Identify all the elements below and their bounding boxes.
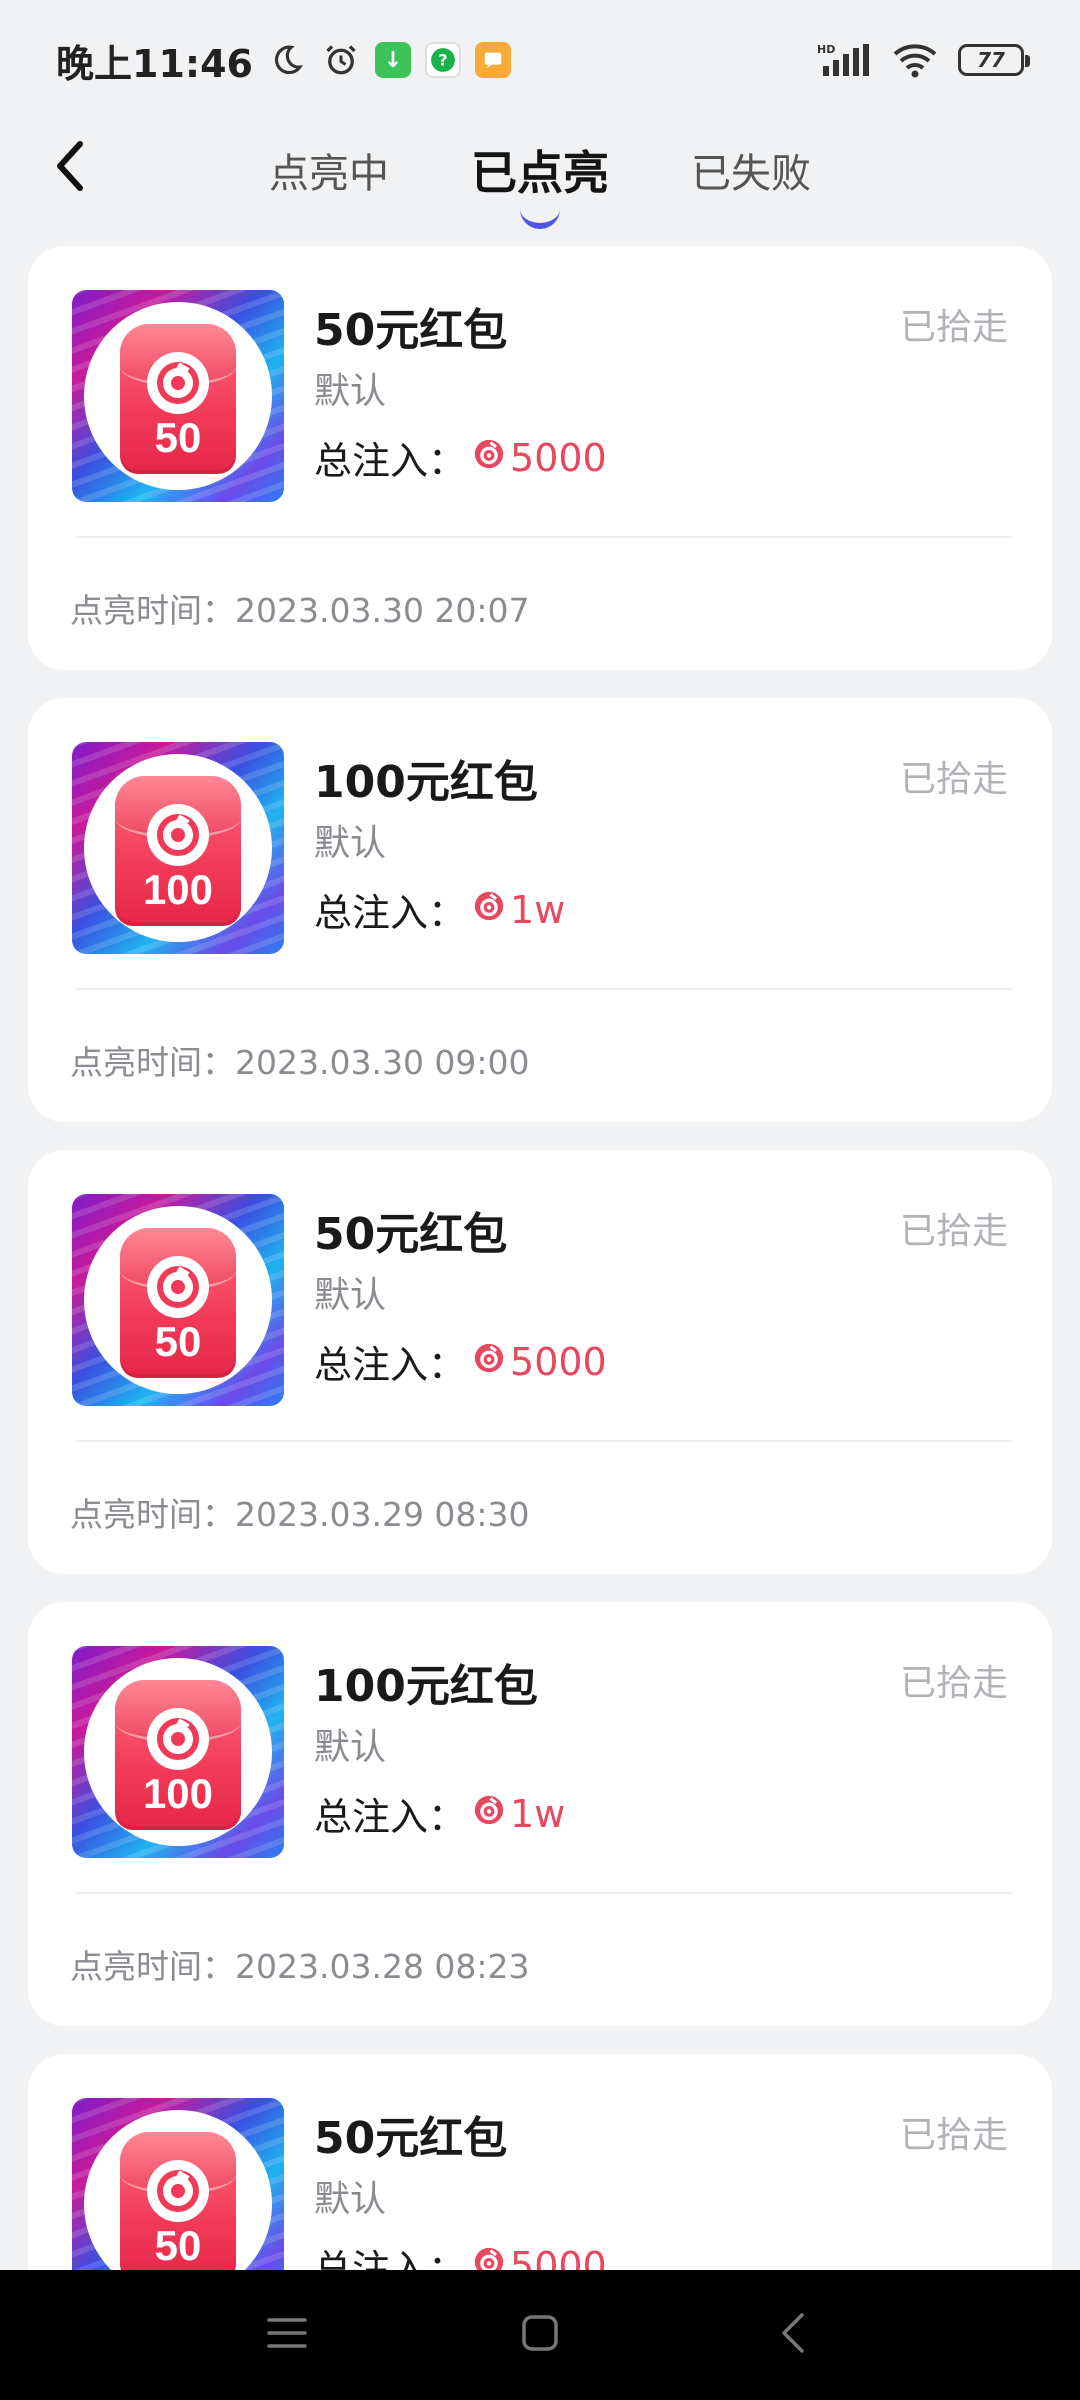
list-item[interactable]: 100 100元红包 默认 总注入： 1w 已拾走 点亮时间：2023.03.2… bbox=[28, 1602, 1052, 2026]
divider bbox=[76, 1892, 1012, 1894]
card-title: 50元红包 bbox=[314, 1209, 508, 1260]
red-packet-thumbnail: 100 bbox=[72, 742, 284, 954]
total-label: 总注入： bbox=[314, 1795, 467, 1839]
total-label: 总注入： bbox=[314, 439, 467, 483]
home-icon bbox=[520, 2313, 560, 2357]
tab-lit-label: 已点亮 bbox=[471, 146, 609, 200]
status-badge: 已拾走 bbox=[899, 1211, 1008, 1252]
signal-icon: HD bbox=[816, 40, 872, 80]
card-title: 50元红包 bbox=[314, 2113, 508, 2164]
list-item[interactable]: 100 100元红包 默认 总注入： 1w 已拾走 点亮时间：2023.03.3… bbox=[28, 698, 1052, 1122]
total-label: 总注入： bbox=[314, 891, 467, 935]
tab-lighting[interactable]: 点亮中 bbox=[263, 141, 395, 199]
red-packet-thumbnail: 50 bbox=[72, 2098, 284, 2270]
tab-lit[interactable]: 已点亮 bbox=[465, 137, 615, 229]
packet-amount: 100 bbox=[142, 1770, 214, 1817]
total-value: 5000 bbox=[510, 435, 607, 480]
status-bar: 晚上11:46 ↓ ? HD 77 bbox=[0, 0, 1080, 120]
lit-list[interactable]: 50 50元红包 默认 总注入： 5000 已拾走 点亮时间：2023.03.3… bbox=[28, 246, 1052, 2270]
tab-active-indicator bbox=[520, 209, 560, 229]
flame-coin-icon bbox=[472, 888, 506, 932]
status-time: 晚上11:46 bbox=[56, 41, 253, 86]
total-injection: 总注入： 1w bbox=[314, 1786, 565, 1841]
flame-coin-icon bbox=[472, 436, 506, 480]
flame-coin-icon bbox=[472, 1340, 506, 1384]
total-value: 1w bbox=[510, 1791, 566, 1836]
card-subtitle: 默认 bbox=[314, 371, 387, 412]
total-injection: 总注入： 1w bbox=[314, 882, 565, 937]
lit-time: 点亮时间：2023.03.30 09:00 bbox=[70, 1043, 530, 1082]
lit-time: 点亮时间：2023.03.30 20:07 bbox=[70, 591, 530, 630]
total-value: 5000 bbox=[510, 1339, 607, 1384]
svg-text:?: ? bbox=[438, 50, 447, 69]
red-packet-thumbnail: 50 bbox=[72, 290, 284, 502]
packet-amount: 50 bbox=[154, 1318, 202, 1365]
red-envelope-icon: 100 bbox=[115, 776, 241, 926]
card-subtitle: 默认 bbox=[314, 2179, 387, 2220]
svg-text:HD: HD bbox=[817, 43, 835, 56]
red-envelope-icon: 100 bbox=[115, 1680, 241, 1830]
status-badge: 已拾走 bbox=[899, 2115, 1008, 2156]
menu-icon bbox=[266, 2315, 308, 2355]
tab-failed[interactable]: 已失败 bbox=[685, 141, 817, 199]
total-label: 总注入： bbox=[314, 2247, 467, 2270]
total-injection: 总注入： 5000 bbox=[314, 2238, 607, 2270]
system-back-button[interactable] bbox=[753, 2295, 833, 2375]
total-injection: 总注入： 5000 bbox=[314, 430, 607, 485]
alarm-icon bbox=[321, 40, 361, 80]
battery-indicator: 77 bbox=[958, 44, 1030, 76]
divider bbox=[76, 536, 1012, 538]
card-title: 100元红包 bbox=[314, 757, 538, 808]
status-badge: 已拾走 bbox=[899, 307, 1008, 348]
flame-coin-icon bbox=[472, 2244, 506, 2270]
list-item[interactable]: 50 50元红包 默认 总注入： 5000 已拾走 点亮时间：2023.03.3… bbox=[28, 246, 1052, 670]
card-subtitle: 默认 bbox=[314, 1275, 387, 1316]
moon-icon bbox=[267, 40, 307, 80]
home-button[interactable] bbox=[500, 2295, 580, 2375]
status-badge: 已拾走 bbox=[899, 1663, 1008, 1704]
list-item[interactable]: 50 50元红包 默认 总注入： 5000 已拾走 bbox=[28, 2054, 1052, 2270]
wifi-icon bbox=[890, 40, 940, 80]
divider bbox=[76, 988, 1012, 990]
total-value: 1w bbox=[510, 887, 566, 932]
system-nav-bar bbox=[0, 2270, 1080, 2400]
lit-time: 点亮时间：2023.03.29 08:30 bbox=[70, 1495, 530, 1534]
red-envelope-icon: 50 bbox=[120, 2132, 236, 2270]
total-value: 5000 bbox=[510, 2243, 607, 2271]
flame-coin-icon bbox=[472, 1792, 506, 1836]
top-nav: 点亮中 已点亮 已失败 bbox=[0, 120, 1080, 230]
total-label: 总注入： bbox=[314, 1343, 467, 1387]
packet-amount: 50 bbox=[154, 2222, 202, 2269]
card-subtitle: 默认 bbox=[314, 1727, 387, 1768]
red-packet-thumbnail: 100 bbox=[72, 1646, 284, 1858]
menu-button[interactable] bbox=[247, 2295, 327, 2375]
card-subtitle: 默认 bbox=[314, 823, 387, 864]
packet-amount: 50 bbox=[154, 414, 202, 461]
red-packet-thumbnail: 50 bbox=[72, 1194, 284, 1406]
total-injection: 总注入： 5000 bbox=[314, 1334, 607, 1389]
list-item[interactable]: 50 50元红包 默认 总注入： 5000 已拾走 点亮时间：2023.03.2… bbox=[28, 1150, 1052, 1574]
packet-amount: 100 bbox=[142, 866, 214, 913]
download-app-icon: ↓ bbox=[374, 42, 411, 78]
divider bbox=[76, 1440, 1012, 1442]
tab-bar: 点亮中 已点亮 已失败 bbox=[0, 120, 1080, 229]
red-envelope-icon: 50 bbox=[120, 1228, 236, 1378]
red-envelope-icon: 50 bbox=[120, 324, 236, 474]
lit-time: 点亮时间：2023.03.28 08:23 bbox=[70, 1947, 530, 1986]
card-title: 100元红包 bbox=[314, 1661, 538, 1712]
card-title: 50元红包 bbox=[314, 305, 508, 356]
status-badge: 已拾走 bbox=[899, 759, 1008, 800]
help-app-icon: ? bbox=[424, 42, 461, 78]
back-icon bbox=[778, 2311, 808, 2359]
message-app-icon bbox=[474, 42, 511, 78]
